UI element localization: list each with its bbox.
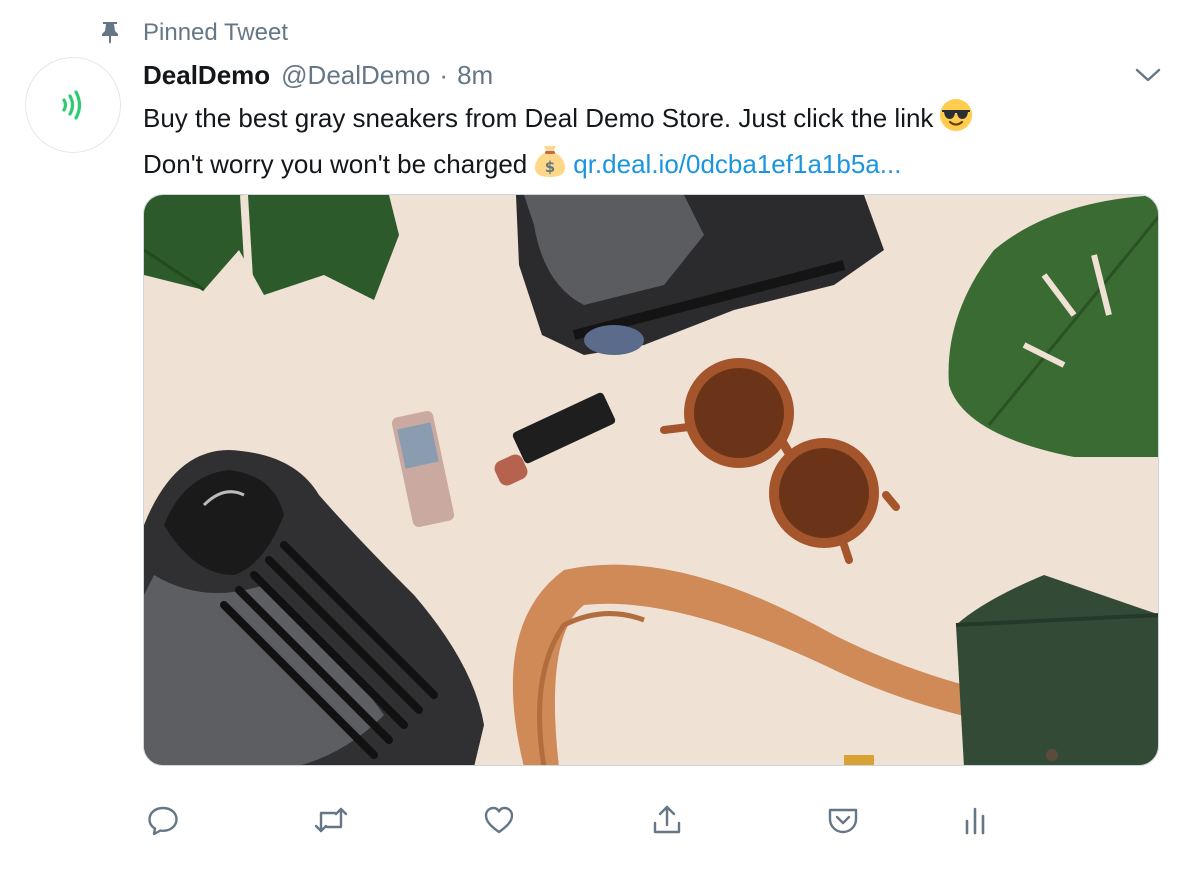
tweet-line-2-text: Don't worry you won't be charged [143,149,528,179]
avatar[interactable] [25,57,121,153]
pinned-label: Pinned Tweet [143,19,288,46]
display-name[interactable]: DealDemo [143,59,270,91]
tweet-line-1: Buy the best gray sneakers from Deal Dem… [143,98,1163,142]
reply-button[interactable] [143,800,183,840]
like-button[interactable] [479,800,519,840]
user-handle[interactable]: @DealDemo [281,59,430,91]
pocket-button[interactable] [823,800,863,840]
pocket-icon [828,808,858,834]
pin-icon [100,20,120,44]
sunglasses-face-emoji [939,98,973,142]
tweet-text: Buy the best gray sneakers from Deal Dem… [143,98,1163,188]
svg-text:$: $ [545,158,555,176]
tweet-link[interactable]: qr.deal.io/0dcba1ef1a1b5a... [573,149,901,179]
more-options-button[interactable] [1133,64,1163,86]
tweet-header: DealDemo @DealDemo · 8m [143,59,493,91]
share-icon [653,805,681,834]
reply-icon [148,806,178,836]
share-button[interactable] [647,800,687,840]
tweet-line-2: Don't worry you won't be charged $ qr.de… [143,142,1163,188]
heart-icon [484,806,514,834]
separator-dot: · [439,60,449,90]
retweet-button[interactable] [311,800,351,840]
tweet-action-bar [143,800,1043,840]
tweet-media-image[interactable] [143,194,1159,766]
chevron-down-icon [1135,68,1161,82]
analytics-icon [965,807,985,835]
retweet-icon [314,807,348,833]
tweet-line-1-text: Buy the best gray sneakers from Deal Dem… [143,103,934,133]
money-bag-emoji: $ [533,142,567,188]
contactless-signal-icon [62,90,82,120]
timestamp[interactable]: 8m [457,59,493,91]
analytics-button[interactable] [955,800,995,840]
